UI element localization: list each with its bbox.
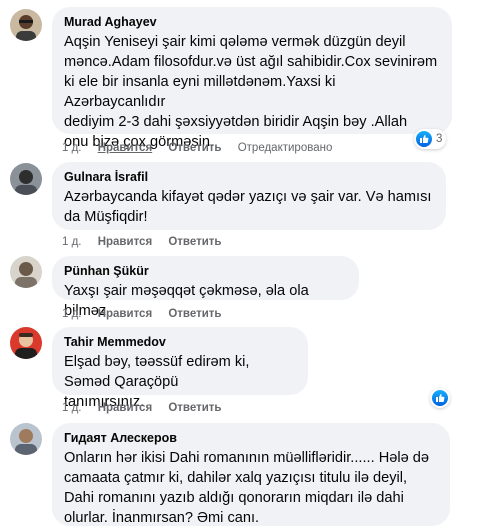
comment-actions: 1 д. Нравится Ответить Отредактировано (62, 141, 345, 155)
reply-button[interactable]: Ответить (168, 142, 221, 154)
reaction-summary[interactable]: 3 (414, 129, 447, 149)
reaction-count: 3 (436, 133, 443, 145)
comment-bubble: Gulnara İsrafil Azərbaycanda kifayət qəd… (52, 162, 446, 230)
comment-bubble: Гидаят Алескеров Onların hər ikisi Dahi … (52, 423, 450, 526)
comment-text: Azərbaycanda kifayət qədər yazıçı və şai… (64, 189, 432, 225)
comment-bubble: Pünhan Şükür Yaxşı şair məşəqqət çəkməsə… (52, 256, 359, 319)
comment-author[interactable]: Гидаят Алескеров (64, 430, 438, 446)
avatar[interactable] (10, 256, 42, 288)
like-button[interactable]: Нравится (98, 142, 152, 154)
comment-time[interactable]: 1 д. (62, 308, 82, 320)
avatar[interactable] (10, 327, 42, 359)
reply-button[interactable]: Ответить (168, 236, 221, 248)
comment-actions: 1 д. Нравится Ответить (62, 235, 235, 249)
reply-button[interactable]: Ответить (168, 308, 221, 320)
comment-bubble: Tahir Memmedov Elşad bəy, təəssüf edirəm… (52, 327, 308, 410)
comment-author[interactable]: Murad Aghayev (64, 14, 440, 30)
comment-bubble: Murad Aghayev Aqşin Yeniseyi şair kimi q… (52, 7, 452, 150)
comment-author[interactable]: Tahir Memmedov (64, 334, 296, 350)
like-button[interactable]: Нравится (98, 402, 152, 414)
reply-button[interactable]: Ответить (168, 402, 221, 414)
comment-time[interactable]: 1 д. (62, 236, 82, 248)
like-button[interactable]: Нравится (98, 308, 152, 320)
comment-author[interactable]: Pünhan Şükür (64, 263, 347, 279)
comment-author[interactable]: Gulnara İsrafil (64, 169, 434, 185)
like-button[interactable]: Нравится (98, 236, 152, 248)
comment-text: Aqşin Yeniseyi şair kimi qələmə vermək d… (64, 34, 438, 150)
comment-thread: Murad Aghayev Aqşin Yeniseyi şair kimi q… (0, 0, 479, 531)
reaction-summary[interactable] (430, 388, 450, 408)
like-icon (416, 131, 432, 147)
like-icon (432, 390, 448, 406)
comment-time[interactable]: 1 д. (62, 402, 82, 414)
avatar[interactable] (10, 423, 42, 455)
edited-label: Отредактировано (237, 142, 333, 154)
comment-time[interactable]: 1 д. (62, 142, 82, 154)
comment-actions: 1 д. Нравится Ответить (62, 307, 235, 321)
comment-text: Onların hər ikisi Dahi romanının müəllif… (64, 450, 429, 526)
avatar[interactable] (10, 9, 42, 41)
comment-actions: 1 д. Нравится Ответить (62, 401, 235, 415)
avatar[interactable] (10, 163, 42, 195)
